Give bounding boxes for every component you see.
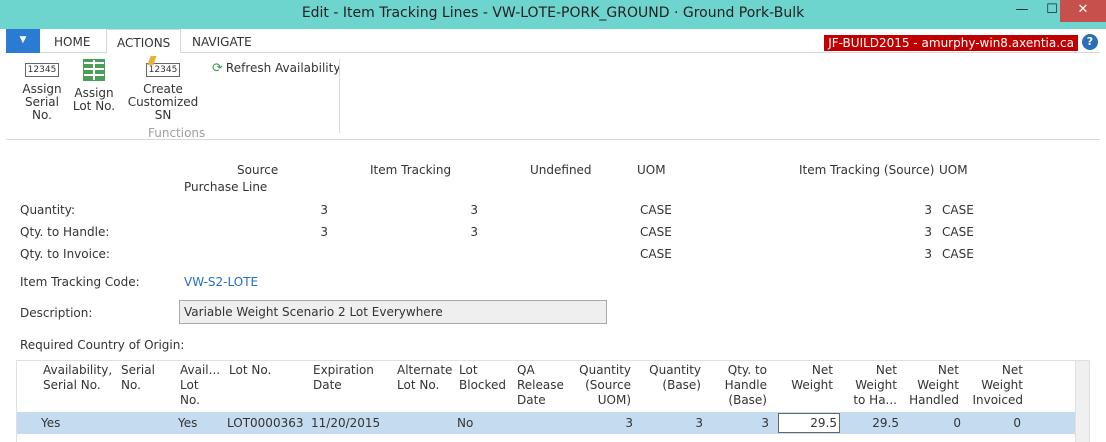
item-tracking-grid: Availability, Serial No. Serial No. Avail.… [16,360,1090,442]
col-net-weight-invoiced[interactable]: Net Weight Invoiced [967,363,1023,408]
col-quantity-source-uom[interactable]: Quantity (Source UOM) [577,363,631,408]
col-net-weight-to-handle[interactable]: Net Weight to Ha... [851,363,897,408]
cell-net-weight-invoiced[interactable]: 0 [981,416,1021,430]
quantity-label: Quantity: [20,203,76,217]
header-source: Source [237,163,279,177]
qty-to-invoice-label: Qty. to Invoice: [20,247,110,261]
cell-net-weight[interactable]: 29.5 [797,416,837,430]
serial-number-icon: 12345 [25,63,59,77]
item-tracking-code-label: Item Tracking Code: [20,275,140,289]
qty-to-handle-source: 3 [320,225,328,239]
cell-qty-to-handle-base[interactable]: 3 [733,416,769,430]
assign-serial-line1: Assign [22,82,62,96]
cell-lot-blocked[interactable]: No [457,416,473,430]
col-lot-blocked[interactable]: Lot Blocked [459,363,506,393]
qty-to-handle-label: Qty. to Handle: [20,225,110,239]
window-title: Edit - Item Tracking Lines - VW-LOTE-POR… [301,5,805,21]
cell-expiration-date[interactable]: 11/20/2015 [311,416,380,430]
description-label: Description: [20,306,93,320]
close-button[interactable]: ✕ [1060,0,1106,22]
col-lot-no[interactable]: Lot No. [229,363,271,378]
server-badge: JF-BUILD2015 - amurphy-win8.axentia.ca [824,35,1078,51]
header-item-tracking: Item Tracking [370,163,452,177]
col-net-weight[interactable]: Net Weight [787,363,833,393]
refresh-label: Refresh Availability [225,61,341,75]
application-menu-button[interactable]: ▼ [6,29,40,53]
tab-navigate[interactable]: NAVIGATE [182,29,262,53]
assign-lot-line2: Lot No. [72,99,116,113]
create-customized-sn-button[interactable]: 12345 Create Customized SN [120,59,206,122]
ribbon-panel: 12345 Assign Serial No. Assign Lot No. 1… [6,53,1100,140]
quantity-uom-source: CASE [942,203,974,217]
description-field[interactable]: Variable Weight Scenario 2 Lot Everywher… [179,300,607,324]
cell-net-weight-handled[interactable]: 0 [923,416,961,430]
create-sn-icon: 12345 [146,63,180,77]
main-content: Source Purchase Line Item Tracking Undef… [6,146,1100,442]
qty-to-handle-uom: CASE [640,225,672,239]
header-item-tracking-source: Item Tracking (Source) [799,163,935,177]
col-qa-release-date[interactable]: QA Release Date [517,363,564,408]
quantity-item-tracking: 3 [470,203,478,217]
qty-to-invoice-uom: CASE [640,247,672,261]
table-row[interactable]: Yes Yes LOT0000363 11/20/2015 No 3 3 3 2… [17,412,1089,434]
tab-home[interactable]: HOME [44,29,100,53]
functions-group-label: Functions [148,126,206,140]
title-bar: Edit - Item Tracking Lines - VW-LOTE-POR… [0,0,1106,29]
assign-lot-line1: Assign [74,86,114,100]
qty-to-handle-item-tracking-source: 3 [924,225,932,239]
quantity-uom: CASE [640,203,672,217]
header-undefined: Undefined [530,163,592,177]
qty-to-invoice-uom-source: CASE [942,247,974,261]
create-custom-line2: Customized SN [127,95,199,122]
cell-avail-lot[interactable]: Yes [178,416,197,430]
cell-quantity-source-uom[interactable]: 3 [597,416,633,430]
qty-to-handle-uom-source: CASE [942,225,974,239]
col-qty-to-handle-base[interactable]: Qty. to Handle (Base) [717,363,767,408]
col-availability-serial[interactable]: Availability, Serial No. [43,363,112,393]
col-serial-no[interactable]: Serial No. [121,363,155,393]
help-icon[interactable]: ? [1082,34,1098,50]
grid-vertical-scrollbar[interactable] [1075,361,1089,442]
refresh-icon: ⟳ [212,61,223,76]
cell-availability-serial[interactable]: Yes [41,416,60,430]
ribbon-separator [339,59,340,133]
header-uom-source: UOM [939,163,968,177]
refresh-availability-button[interactable]: ⟳ Refresh Availability [212,61,340,76]
item-tracking-code-link[interactable]: VW-S2-LOTE [184,275,258,289]
header-purchase-line: Purchase Line [184,180,268,194]
assign-serial-line2: Serial No. [25,95,59,122]
cell-net-weight-to-handle[interactable]: 29.5 [857,416,899,430]
quantity-source: 3 [320,203,328,217]
tab-actions[interactable]: ACTIONS [106,29,182,54]
assign-lot-no-button[interactable]: Assign Lot No. [72,59,116,113]
header-uom: UOM [637,163,666,177]
qty-to-invoice-item-tracking-source: 3 [924,247,932,261]
country-of-origin-label: Required Country of Origin: [20,338,185,352]
col-expiration-date[interactable]: Expiration Date [313,363,374,393]
qty-to-handle-item-tracking: 3 [470,225,478,239]
ribbon-tab-bar: ▼ HOME ACTIONS NAVIGATE JF-BUILD2015 - a… [6,29,1100,54]
create-custom-line1: Create [143,82,183,96]
cell-quantity-base[interactable]: 3 [667,416,703,430]
col-alternate-lot-no[interactable]: Alternate Lot No. [397,363,452,393]
col-quantity-base[interactable]: Quantity (Base) [645,363,701,393]
col-net-weight-handled[interactable]: Net Weight Handled [909,363,959,408]
lot-grid-icon [83,59,105,81]
cell-lot-no[interactable]: LOT0000363 [227,416,303,430]
assign-serial-no-button[interactable]: 12345 Assign Serial No. [16,59,68,122]
col-avail-lot[interactable]: Avail... Lot No. [180,363,220,408]
minimize-button[interactable]: — [1008,0,1036,22]
quantity-item-tracking-source: 3 [924,203,932,217]
